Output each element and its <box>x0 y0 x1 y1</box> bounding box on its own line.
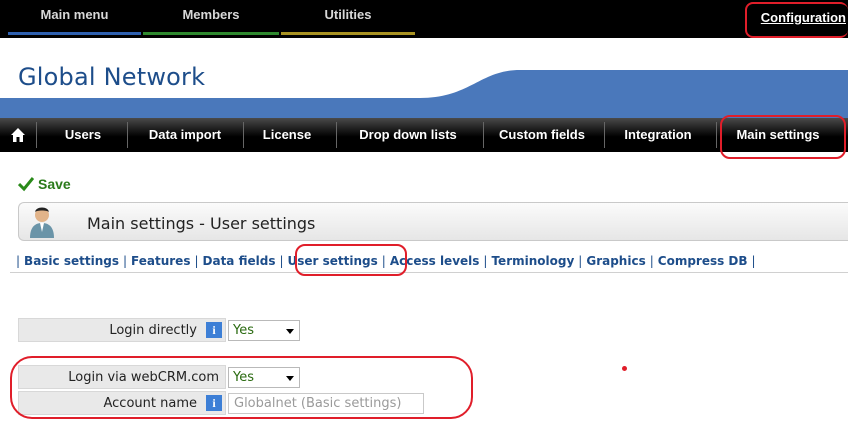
info-icon[interactable]: i <box>206 322 222 338</box>
top-menu-main[interactable]: Main menu <box>8 0 141 35</box>
top-menu-bar: Main menu Members Utilities Configuratio… <box>0 0 848 38</box>
tab-data-fields[interactable]: Data fields <box>203 254 276 268</box>
annotation-dot <box>622 366 627 371</box>
save-label: Save <box>38 176 71 192</box>
page-title: Main settings - User settings <box>87 214 316 233</box>
nav-separator <box>36 122 37 148</box>
annotation-configuration <box>745 2 848 38</box>
nav-separator <box>483 122 484 148</box>
login-directly-label: Login directly <box>18 318 226 342</box>
nav-separator <box>336 122 337 148</box>
nav-separator <box>243 122 244 148</box>
user-avatar-icon <box>30 207 54 238</box>
nav-drop-down-lists[interactable]: Drop down lists <box>344 118 472 152</box>
checkmark-icon <box>18 177 34 192</box>
tabs-divider <box>10 272 848 273</box>
nav-separator <box>604 122 605 148</box>
tab-graphics[interactable]: Graphics <box>586 254 645 268</box>
home-icon[interactable] <box>10 127 26 143</box>
login-directly-select[interactable]: Yes <box>228 320 300 341</box>
nav-separator <box>716 122 717 148</box>
annotation-login-fields <box>10 356 473 419</box>
login-directly-text: Login directly <box>109 323 197 338</box>
tab-terminology[interactable]: Terminology <box>491 254 574 268</box>
top-menu-utilities[interactable]: Utilities <box>281 0 415 35</box>
tab-compress-db[interactable]: Compress DB <box>658 254 748 268</box>
nav-custom-fields[interactable]: Custom fields <box>488 118 596 152</box>
tab-features[interactable]: Features <box>131 254 190 268</box>
annotation-user-settings <box>295 244 407 276</box>
header-wave <box>0 70 848 120</box>
login-directly-row: Login directly i Yes <box>18 318 308 342</box>
annotation-main-settings <box>720 115 846 159</box>
nav-users[interactable]: Users <box>50 118 116 152</box>
tab-basic-settings[interactable]: Basic settings <box>24 254 119 268</box>
nav-license[interactable]: License <box>252 118 322 152</box>
settings-panel-header: Main settings - User settings <box>18 202 848 241</box>
top-menu-members[interactable]: Members <box>143 0 279 35</box>
login-directly-value: Yes <box>233 323 254 338</box>
chevron-down-icon <box>286 329 294 334</box>
nav-integration[interactable]: Integration <box>610 118 706 152</box>
nav-data-import[interactable]: Data import <box>135 118 235 152</box>
nav-separator <box>127 122 128 148</box>
